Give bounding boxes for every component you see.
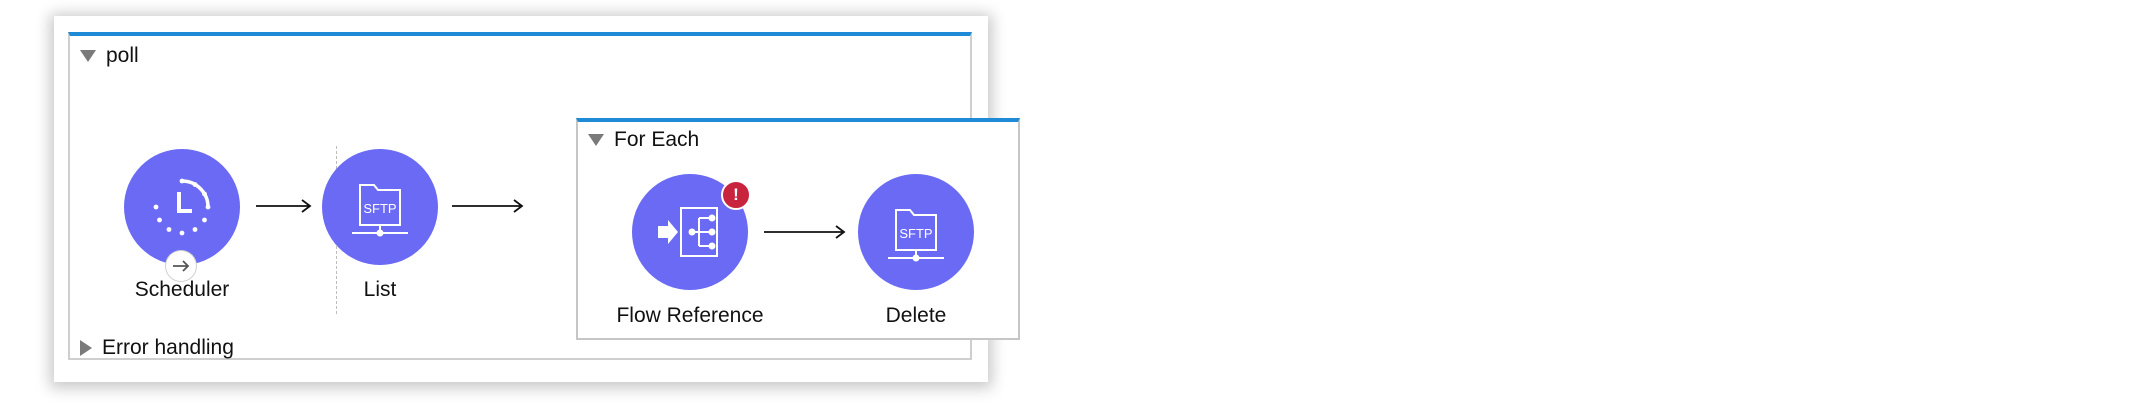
expand-triangle-icon[interactable] xyxy=(80,340,92,356)
connector-arrow xyxy=(764,225,846,239)
flow-reference-node[interactable]: ! xyxy=(632,174,751,290)
flow-header[interactable]: poll xyxy=(80,44,139,68)
source-arrow-badge xyxy=(166,251,196,281)
sftp-folder-icon: SFTP xyxy=(888,209,944,262)
svg-text:SFTP: SFTP xyxy=(899,226,932,241)
scope-header[interactable]: For Each xyxy=(588,128,699,152)
error-badge-icon[interactable]: ! xyxy=(721,180,751,210)
scheduler-label: Scheduler xyxy=(134,278,230,301)
flow-reference-label: Flow Reference xyxy=(616,304,764,327)
sftp-folder-icon: SFTP xyxy=(352,184,408,237)
connector-arrow xyxy=(256,199,312,213)
list-node[interactable]: SFTP xyxy=(322,149,438,265)
for-each-scope[interactable]: For Each ! Flow Reference SFTP Delete xyxy=(576,118,1020,340)
connector-arrow xyxy=(452,199,524,213)
scheduler-node[interactable] xyxy=(124,149,240,281)
collapse-triangle-icon[interactable] xyxy=(80,50,96,62)
scope-label: For Each xyxy=(614,128,700,151)
flow-name: poll xyxy=(106,44,139,67)
delete-label: Delete xyxy=(885,304,947,327)
clock-icon xyxy=(153,178,211,236)
error-handling-label: Error handling xyxy=(102,336,234,359)
delete-node[interactable]: SFTP xyxy=(858,174,974,290)
svg-text:SFTP: SFTP xyxy=(363,201,396,216)
list-label: List xyxy=(363,278,397,301)
flow-canvas: poll Scheduler SFTP List For Each ! Flow… xyxy=(54,16,1020,382)
error-handling-header[interactable]: Error handling xyxy=(80,336,234,360)
collapse-triangle-icon[interactable] xyxy=(588,134,604,146)
flow-container-poll[interactable]: poll Scheduler SFTP List For Each ! Flow… xyxy=(68,32,1020,360)
arrow-right-icon xyxy=(173,260,190,272)
